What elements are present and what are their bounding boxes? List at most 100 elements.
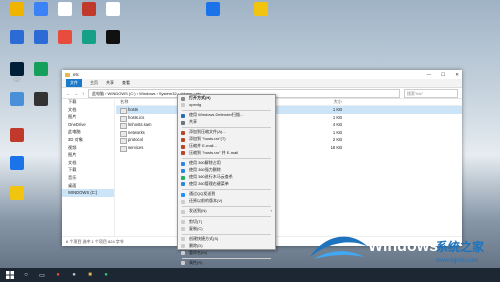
forward-icon[interactable]: → [74, 91, 78, 96]
up-icon[interactable]: ↑ [82, 91, 84, 96]
desktop-icon[interactable] [4, 128, 30, 142]
context-menu-item[interactable]: 还原以前的版本(V) [178, 198, 275, 205]
close-icon[interactable]: ✕ [455, 72, 459, 78]
context-menu-item[interactable]: 使用 360进行木马云查杀 [178, 174, 275, 181]
desktop-icon[interactable] [200, 2, 226, 16]
file-row[interactable]: networks 1 KB [116, 129, 462, 136]
desktop-icon[interactable] [76, 2, 102, 16]
windows-watermark-logo: Windows 系统之家 www.bjjmlv.com [310, 236, 485, 264]
context-menu-item[interactable]: 属性(R) [178, 260, 275, 267]
app-icon [34, 30, 48, 44]
desktop-icon[interactable] [28, 92, 54, 106]
nav-item[interactable]: 图片 [62, 151, 114, 159]
browser-icon[interactable]: ● [52, 270, 64, 280]
menu-item-label: 复制(C) [189, 225, 203, 231]
menu-item-icon [181, 192, 185, 197]
tab-file[interactable]: 文件 [66, 79, 82, 87]
context-menu-item[interactable]: 压缩并 E-mail... [178, 143, 275, 150]
menu-item-icon [181, 113, 185, 118]
context-menu-item[interactable]: 创建快捷方式(S) [178, 236, 275, 243]
nav-item[interactable]: 音乐 [62, 174, 114, 182]
menu-item-icon [181, 144, 185, 149]
task-view-icon[interactable]: ▭ [36, 270, 48, 280]
desktop-icon[interactable] [4, 156, 30, 170]
desktop-icon[interactable] [4, 186, 30, 200]
desktop-icon[interactable] [4, 2, 30, 16]
context-menu-item[interactable]: 剪切(T) [178, 219, 275, 226]
tab-share[interactable]: 共享 [106, 80, 114, 86]
tab-home[interactable]: 主页 [90, 80, 98, 86]
nav-item[interactable]: 此电脑 [62, 128, 114, 136]
windows-logo-icon[interactable] [4, 270, 16, 280]
desktop-icon[interactable] [248, 2, 274, 16]
app-icon [34, 92, 48, 106]
menu-item-icon [181, 130, 185, 135]
file-row[interactable]: hosts 1 KB [116, 106, 462, 114]
menu-separator [182, 189, 271, 190]
search-input[interactable]: 搜索"etc" [404, 88, 458, 98]
context-menu-item[interactable]: 打开方式(H) [178, 95, 275, 102]
desktop-icon[interactable] [4, 30, 30, 44]
context-menu-item[interactable]: openfg [178, 102, 275, 109]
app-icon [10, 186, 24, 200]
context-menu-item[interactable]: 使用 Windows Defender扫描... [178, 112, 275, 119]
menu-item-label: 压缩并 E-mail... [189, 143, 217, 149]
desktop-icon[interactable]: PS [4, 62, 30, 82]
file-row[interactable]: lmhosts.sam 4 KB [116, 121, 462, 129]
context-menu-item[interactable]: 使用 360管理右键菜单 [178, 181, 275, 188]
context-menu-item[interactable]: 发送到(N) › [178, 208, 275, 215]
nav-item[interactable]: 下载 [62, 166, 114, 174]
tab-view[interactable]: 查看 [122, 80, 130, 86]
nav-item[interactable]: 桌面 [62, 182, 114, 190]
file-row[interactable]: protocol 2 KB [116, 136, 462, 144]
nav-item[interactable]: 下载 [62, 98, 114, 106]
desktop-icon[interactable] [28, 2, 54, 16]
desktop-icon[interactable] [28, 62, 54, 76]
media-icon[interactable]: ● [100, 270, 112, 280]
nav-item[interactable]: 图片 [62, 113, 114, 121]
menu-item-label: 共享 [189, 119, 197, 125]
menu-item-label: 通过QQ发送到 [189, 191, 216, 197]
app-icon [10, 2, 24, 16]
context-menu-item[interactable]: 重命名(M) [178, 250, 275, 257]
app-icon [34, 62, 48, 76]
desktop-icon[interactable] [52, 2, 78, 16]
explorer-icon[interactable]: ■ [84, 270, 96, 280]
nav-item[interactable]: 文档 [62, 159, 114, 167]
context-menu-item[interactable]: 复制(C) [178, 226, 275, 233]
navigation-pane: 下载 文档 图片 OneDrive 此电脑 3D 对象 视频 图片 文档 下载 音乐 桌面 WINDOW… [62, 98, 115, 237]
desktop-icon[interactable] [28, 30, 54, 44]
desktop-icon[interactable] [76, 30, 102, 44]
context-menu-item[interactable]: 共享 [178, 119, 275, 126]
folder-icon [65, 72, 70, 77]
menu-item-icon [181, 175, 185, 180]
nav-item[interactable]: 视频 [62, 144, 114, 152]
qq-icon[interactable]: ● [68, 270, 80, 280]
menu-separator [182, 127, 271, 129]
context-menu-item[interactable]: 使用 360强力删除 [178, 167, 275, 174]
desktop-icon[interactable] [100, 30, 126, 44]
desktop-icon[interactable] [100, 2, 126, 16]
desktop-icon[interactable] [52, 30, 78, 44]
desktop-icon[interactable] [4, 92, 30, 106]
maximize-icon[interactable]: ☐ [441, 72, 445, 78]
nav-item[interactable]: OneDrive [62, 121, 114, 129]
back-icon[interactable]: ← [66, 91, 70, 96]
menu-item-icon [181, 137, 185, 142]
menu-item-label: 还原以前的版本(V) [189, 198, 223, 204]
app-icon [82, 2, 96, 16]
file-row[interactable]: hosts.ics 1 KB [116, 114, 462, 121]
nav-item[interactable]: WINDOWS (C:) [62, 189, 114, 197]
window-title: etc [73, 72, 80, 77]
menu-separator [182, 109, 271, 111]
file-row[interactable]: services 18 KB [116, 144, 462, 151]
context-menu-item[interactable]: 压缩到 "hosts.rar" 并 E-mail [178, 150, 275, 157]
menu-item-icon [181, 227, 185, 231]
nav-item[interactable]: 文档 [62, 106, 114, 114]
minimize-icon[interactable]: — [427, 72, 432, 78]
context-menu-item[interactable]: 删除(D) [178, 243, 275, 250]
nav-item[interactable]: 3D 对象 [62, 136, 114, 144]
search-icon[interactable]: ○ [20, 270, 32, 280]
column-size[interactable]: 大小 [334, 98, 462, 105]
menu-item-label: 删除(D) [189, 242, 203, 248]
